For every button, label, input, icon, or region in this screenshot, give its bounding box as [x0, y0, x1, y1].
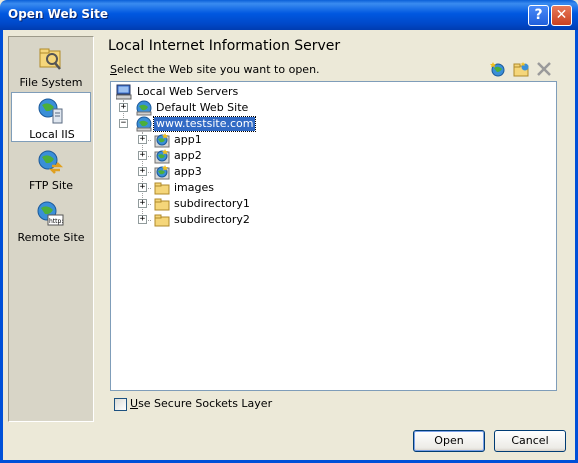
- tree-node-default-web-site[interactable]: + Default Web Site: [119, 100, 319, 116]
- tree-node-label: app3: [174, 165, 202, 178]
- ftp-site-icon: [38, 150, 64, 174]
- local-iis-icon: [38, 98, 63, 124]
- tree-node-label: www.testsite.com: [152, 116, 257, 132]
- instruction-text: Select the Web site you want to open.: [110, 63, 320, 76]
- tree-node-label: app2: [174, 149, 202, 162]
- create-virtual-directory-icon[interactable]: [512, 60, 530, 78]
- folder-icon: [154, 182, 170, 195]
- website-globe-icon: [136, 116, 152, 132]
- page-title: Local Internet Information Server: [108, 38, 341, 54]
- web-application-icon: [154, 165, 170, 180]
- place-ftp-site[interactable]: FTP Site: [11, 144, 91, 194]
- place-label: Remote Site: [17, 231, 85, 244]
- expand-toggle[interactable]: +: [119, 103, 128, 112]
- place-label: File System: [19, 76, 83, 89]
- tree-node-app1[interactable]: + app1: [138, 132, 338, 148]
- expand-toggle[interactable]: +: [138, 183, 147, 192]
- tree-node-label: subdirectory1: [174, 197, 250, 210]
- open-button[interactable]: Open: [413, 430, 485, 452]
- web-server-tree[interactable]: Local Web Servers + Default Web Site − w…: [110, 81, 557, 391]
- tree-node-label: app1: [174, 133, 202, 146]
- ssl-accesskey: U: [130, 397, 139, 410]
- tree-node-subdirectory2[interactable]: + subdirectory2: [138, 212, 338, 228]
- tree-node-root[interactable]: Local Web Servers: [115, 84, 315, 100]
- window-frame-left: [0, 30, 3, 463]
- website-globe-icon: [136, 100, 152, 116]
- tree-node-selected-site[interactable]: − www.testsite.com: [119, 116, 319, 132]
- place-label: Local IIS: [29, 128, 75, 141]
- tree-node-subdirectory1[interactable]: + subdirectory1: [138, 196, 338, 212]
- tree-node-app3[interactable]: + app3: [138, 164, 338, 180]
- expand-toggle[interactable]: +: [138, 199, 147, 208]
- tree-node-label: Default Web Site: [156, 101, 249, 114]
- folder-icon: [154, 214, 170, 227]
- expand-toggle[interactable]: +: [138, 151, 147, 160]
- places-bar: File System Local IIS FTP Site http: Rem…: [8, 36, 94, 422]
- tree-node-label: images: [174, 181, 214, 194]
- instruction-accesskey: S: [110, 63, 117, 76]
- tree-node-images[interactable]: + images: [138, 180, 338, 196]
- place-label: FTP Site: [28, 179, 74, 192]
- expand-toggle[interactable]: +: [138, 135, 147, 144]
- expand-toggle[interactable]: +: [138, 215, 147, 224]
- file-system-icon: [39, 48, 61, 70]
- tree-node-label: subdirectory2: [174, 213, 250, 226]
- delete-icon[interactable]: [535, 60, 553, 78]
- instruction-rest: elect the Web site you want to open.: [116, 63, 320, 76]
- folder-icon: [154, 198, 170, 211]
- collapse-toggle[interactable]: −: [119, 119, 128, 128]
- place-file-system[interactable]: File System: [11, 41, 91, 91]
- computer-icon: [116, 84, 132, 100]
- tree-node-app2[interactable]: + app2: [138, 148, 338, 164]
- svg-text:http:: http:: [49, 218, 63, 225]
- close-button[interactable]: ✕: [551, 5, 572, 26]
- web-application-icon: [154, 149, 170, 164]
- expand-toggle[interactable]: +: [138, 167, 147, 176]
- remote-site-icon: http:: [37, 201, 64, 226]
- place-remote-site[interactable]: http: Remote Site: [11, 196, 91, 246]
- ssl-checkbox[interactable]: [114, 398, 127, 411]
- web-application-icon: [154, 133, 170, 148]
- ssl-label-rest: se Secure Sockets Layer: [138, 397, 273, 410]
- create-web-application-icon[interactable]: [489, 60, 507, 78]
- cancel-button[interactable]: Cancel: [494, 430, 566, 452]
- ssl-checkbox-label[interactable]: Use Secure Sockets Layer: [130, 397, 272, 410]
- window-title: Open Web Site: [8, 7, 108, 21]
- place-local-iis[interactable]: Local IIS: [11, 92, 91, 142]
- tree-node-label: Local Web Servers: [137, 85, 239, 98]
- title-bar: Open Web Site ? ✕: [0, 0, 578, 30]
- help-button[interactable]: ?: [528, 5, 549, 26]
